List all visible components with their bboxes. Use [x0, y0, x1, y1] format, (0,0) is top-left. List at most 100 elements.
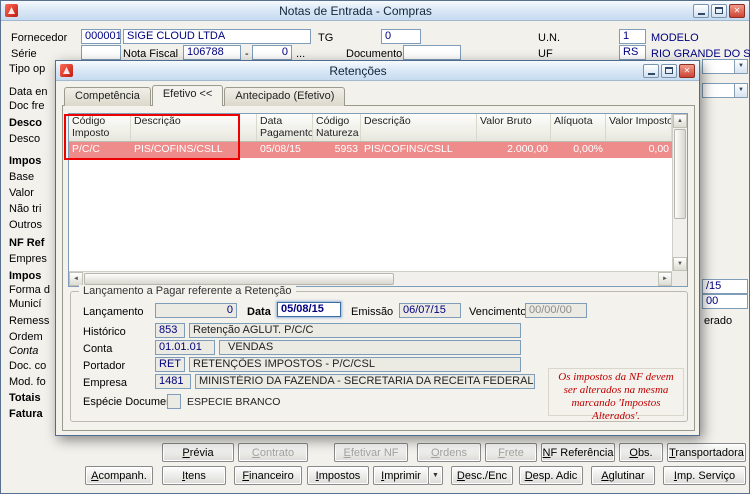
- chevron-down-icon[interactable]: ▼: [734, 60, 747, 73]
- horizontal-scrollbar: ◄ ►: [69, 271, 672, 286]
- financeiro-button[interactable]: Financeiro: [234, 466, 302, 485]
- left-label: Doc fre: [9, 100, 45, 112]
- grid-row-selected[interactable]: P/C/C PIS/COFINS/CSLL 05/08/15 5953 PIS/…: [69, 142, 672, 158]
- label-fragment: erado: [704, 315, 733, 327]
- scroll-right-icon[interactable]: ►: [658, 272, 672, 286]
- cell-data-pagamento: 05/08/15: [260, 143, 301, 155]
- transportadora-button[interactable]: Transportadora: [667, 443, 746, 462]
- cell-codigo-natureza: 5953: [334, 143, 358, 155]
- serie-field[interactable]: [81, 45, 121, 60]
- serie-label: Série: [11, 48, 37, 60]
- impostos-button[interactable]: Impostos: [307, 466, 369, 485]
- lancamento-field[interactable]: 0: [155, 303, 237, 318]
- obs-button[interactable]: Obs.: [619, 443, 663, 462]
- screen: Notas de Entrada - Compras ✕ Fornecedor …: [0, 0, 750, 494]
- tab-strip: Competência Efetivo << Antecipado (Efeti…: [64, 85, 346, 106]
- app-icon: [5, 4, 18, 17]
- left-label: Data en: [9, 86, 48, 98]
- imprimir-button[interactable]: Imprimir: [373, 466, 429, 485]
- cell-descricao: PIS/COFINS/CSLL: [134, 143, 223, 155]
- value-field-fragment[interactable]: 00: [702, 294, 748, 309]
- minimize-icon: [697, 12, 705, 15]
- dialog-close-button[interactable]: ✕: [679, 63, 695, 78]
- itens-button[interactable]: Itens: [162, 466, 226, 485]
- scroll-left-icon[interactable]: ◄: [69, 272, 83, 286]
- portador-desc-field: RETENÇÕES IMPOSTOS - P/C/CSL: [189, 357, 521, 372]
- uf-field[interactable]: RS: [619, 45, 646, 60]
- un-label: U.N.: [538, 32, 560, 44]
- left-label: Remess: [9, 315, 50, 327]
- emissao-field[interactable]: 06/07/15: [399, 303, 461, 318]
- especie-checkbox[interactable]: [167, 394, 181, 409]
- left-label: Forma d: [9, 284, 50, 296]
- close-button[interactable]: ✕: [729, 3, 745, 18]
- data-label: Data: [247, 306, 271, 318]
- cell-valor-bruto: 2.000,00: [507, 143, 548, 155]
- fornecedor-name-field[interactable]: SIGE CLOUD LTDA: [123, 29, 311, 44]
- left-label: Mod. fo: [9, 376, 46, 388]
- previa-button[interactable]: Prévia: [162, 443, 234, 462]
- column-header-aliquota[interactable]: Alíquota: [551, 114, 606, 141]
- dialog-maximize-button[interactable]: [661, 63, 677, 78]
- vertical-scroll-thumb[interactable]: [674, 129, 686, 219]
- left-label: Conta: [9, 345, 39, 357]
- nota-fiscal-sub-field[interactable]: 0: [252, 45, 292, 60]
- conta-code-field[interactable]: 01.01.01: [155, 340, 215, 355]
- acompanh-button[interactable]: Acompanh.: [85, 466, 153, 485]
- scroll-down-icon[interactable]: ▼: [673, 257, 687, 271]
- desp-adic-button[interactable]: Desp. Adic: [519, 466, 583, 485]
- horizontal-scroll-thumb[interactable]: [84, 273, 394, 285]
- data-field[interactable]: 05/08/15: [277, 302, 341, 317]
- dialog-minimize-button[interactable]: [643, 63, 659, 78]
- column-header-valor-bruto[interactable]: Valor Bruto: [477, 114, 551, 141]
- window-controls: ✕: [693, 3, 745, 18]
- fornecedor-code-field[interactable]: 000001: [81, 29, 121, 44]
- combo-fragment[interactable]: ▼: [702, 83, 748, 98]
- lookup-button[interactable]: ...: [296, 48, 305, 60]
- aglutinar-button[interactable]: Aglutinar: [591, 466, 655, 485]
- frete-button[interactable]: Frete: [485, 443, 537, 462]
- imprimir-dropdown-icon[interactable]: ▼: [428, 466, 443, 485]
- column-header-descricao-natureza[interactable]: Descrição: [361, 114, 477, 141]
- nf-referencia-button[interactable]: NF Referência: [541, 443, 615, 462]
- empresa-code-field[interactable]: 1481: [155, 374, 191, 389]
- minimize-button[interactable]: [693, 3, 709, 18]
- contrato-button[interactable]: Contrato: [238, 443, 308, 462]
- maximize-button[interactable]: [711, 3, 727, 18]
- historico-code-field[interactable]: 853: [155, 323, 185, 338]
- vencimento-field[interactable]: 00/00/00: [525, 303, 587, 318]
- tab-competencia[interactable]: Competência: [64, 87, 151, 106]
- column-header-descricao[interactable]: Descrição: [131, 114, 257, 141]
- tg-field[interactable]: 0: [381, 29, 421, 44]
- retencoes-dialog: Retenções ✕ Competência Efetivo << Antec…: [55, 60, 700, 436]
- column-header-codigo-imposto[interactable]: Código Imposto: [69, 114, 131, 141]
- left-label: Tipo op: [9, 63, 46, 75]
- nota-fiscal-field[interactable]: 106788: [183, 45, 241, 60]
- nota-fiscal-dash: -: [245, 48, 249, 60]
- efetivar-nf-button[interactable]: Efetivar NF: [334, 443, 408, 462]
- imp-servico-button[interactable]: Imp. Serviço: [663, 466, 746, 485]
- empresa-label: Empresa: [83, 377, 128, 389]
- portador-code-field[interactable]: RET: [155, 357, 185, 372]
- combo-fragment[interactable]: ▼: [702, 59, 748, 74]
- cell-aliquota: 0,00%: [573, 143, 603, 155]
- dialog-titlebar: Retenções ✕: [56, 61, 699, 81]
- documento-field[interactable]: [403, 45, 461, 60]
- emissao-label: Emissão: [351, 306, 394, 318]
- tab-antecipado-efetivo[interactable]: Antecipado (Efetivo): [224, 87, 346, 106]
- column-header-valor-imposto[interactable]: Valor Imposto: [606, 114, 672, 141]
- column-header-data-pagamento[interactable]: Data Pagamento: [257, 114, 313, 141]
- portador-label: Portador: [83, 360, 126, 372]
- column-header-codigo-natureza[interactable]: Código Natureza: [313, 114, 361, 141]
- un-field[interactable]: 1: [619, 29, 646, 44]
- scroll-up-icon[interactable]: ▲: [673, 114, 687, 128]
- tab-efetivo[interactable]: Efetivo <<: [151, 85, 224, 106]
- ordens-button[interactable]: Ordens: [417, 443, 481, 462]
- left-label: Municí: [9, 298, 42, 310]
- date-field-fragment[interactable]: /15: [702, 279, 748, 294]
- left-label: Não tri: [9, 203, 42, 215]
- left-label: Outros: [9, 219, 43, 231]
- desc-enc-button[interactable]: Desc./Enc: [451, 466, 513, 485]
- chevron-down-icon[interactable]: ▼: [734, 84, 747, 97]
- left-label: Base: [9, 171, 35, 183]
